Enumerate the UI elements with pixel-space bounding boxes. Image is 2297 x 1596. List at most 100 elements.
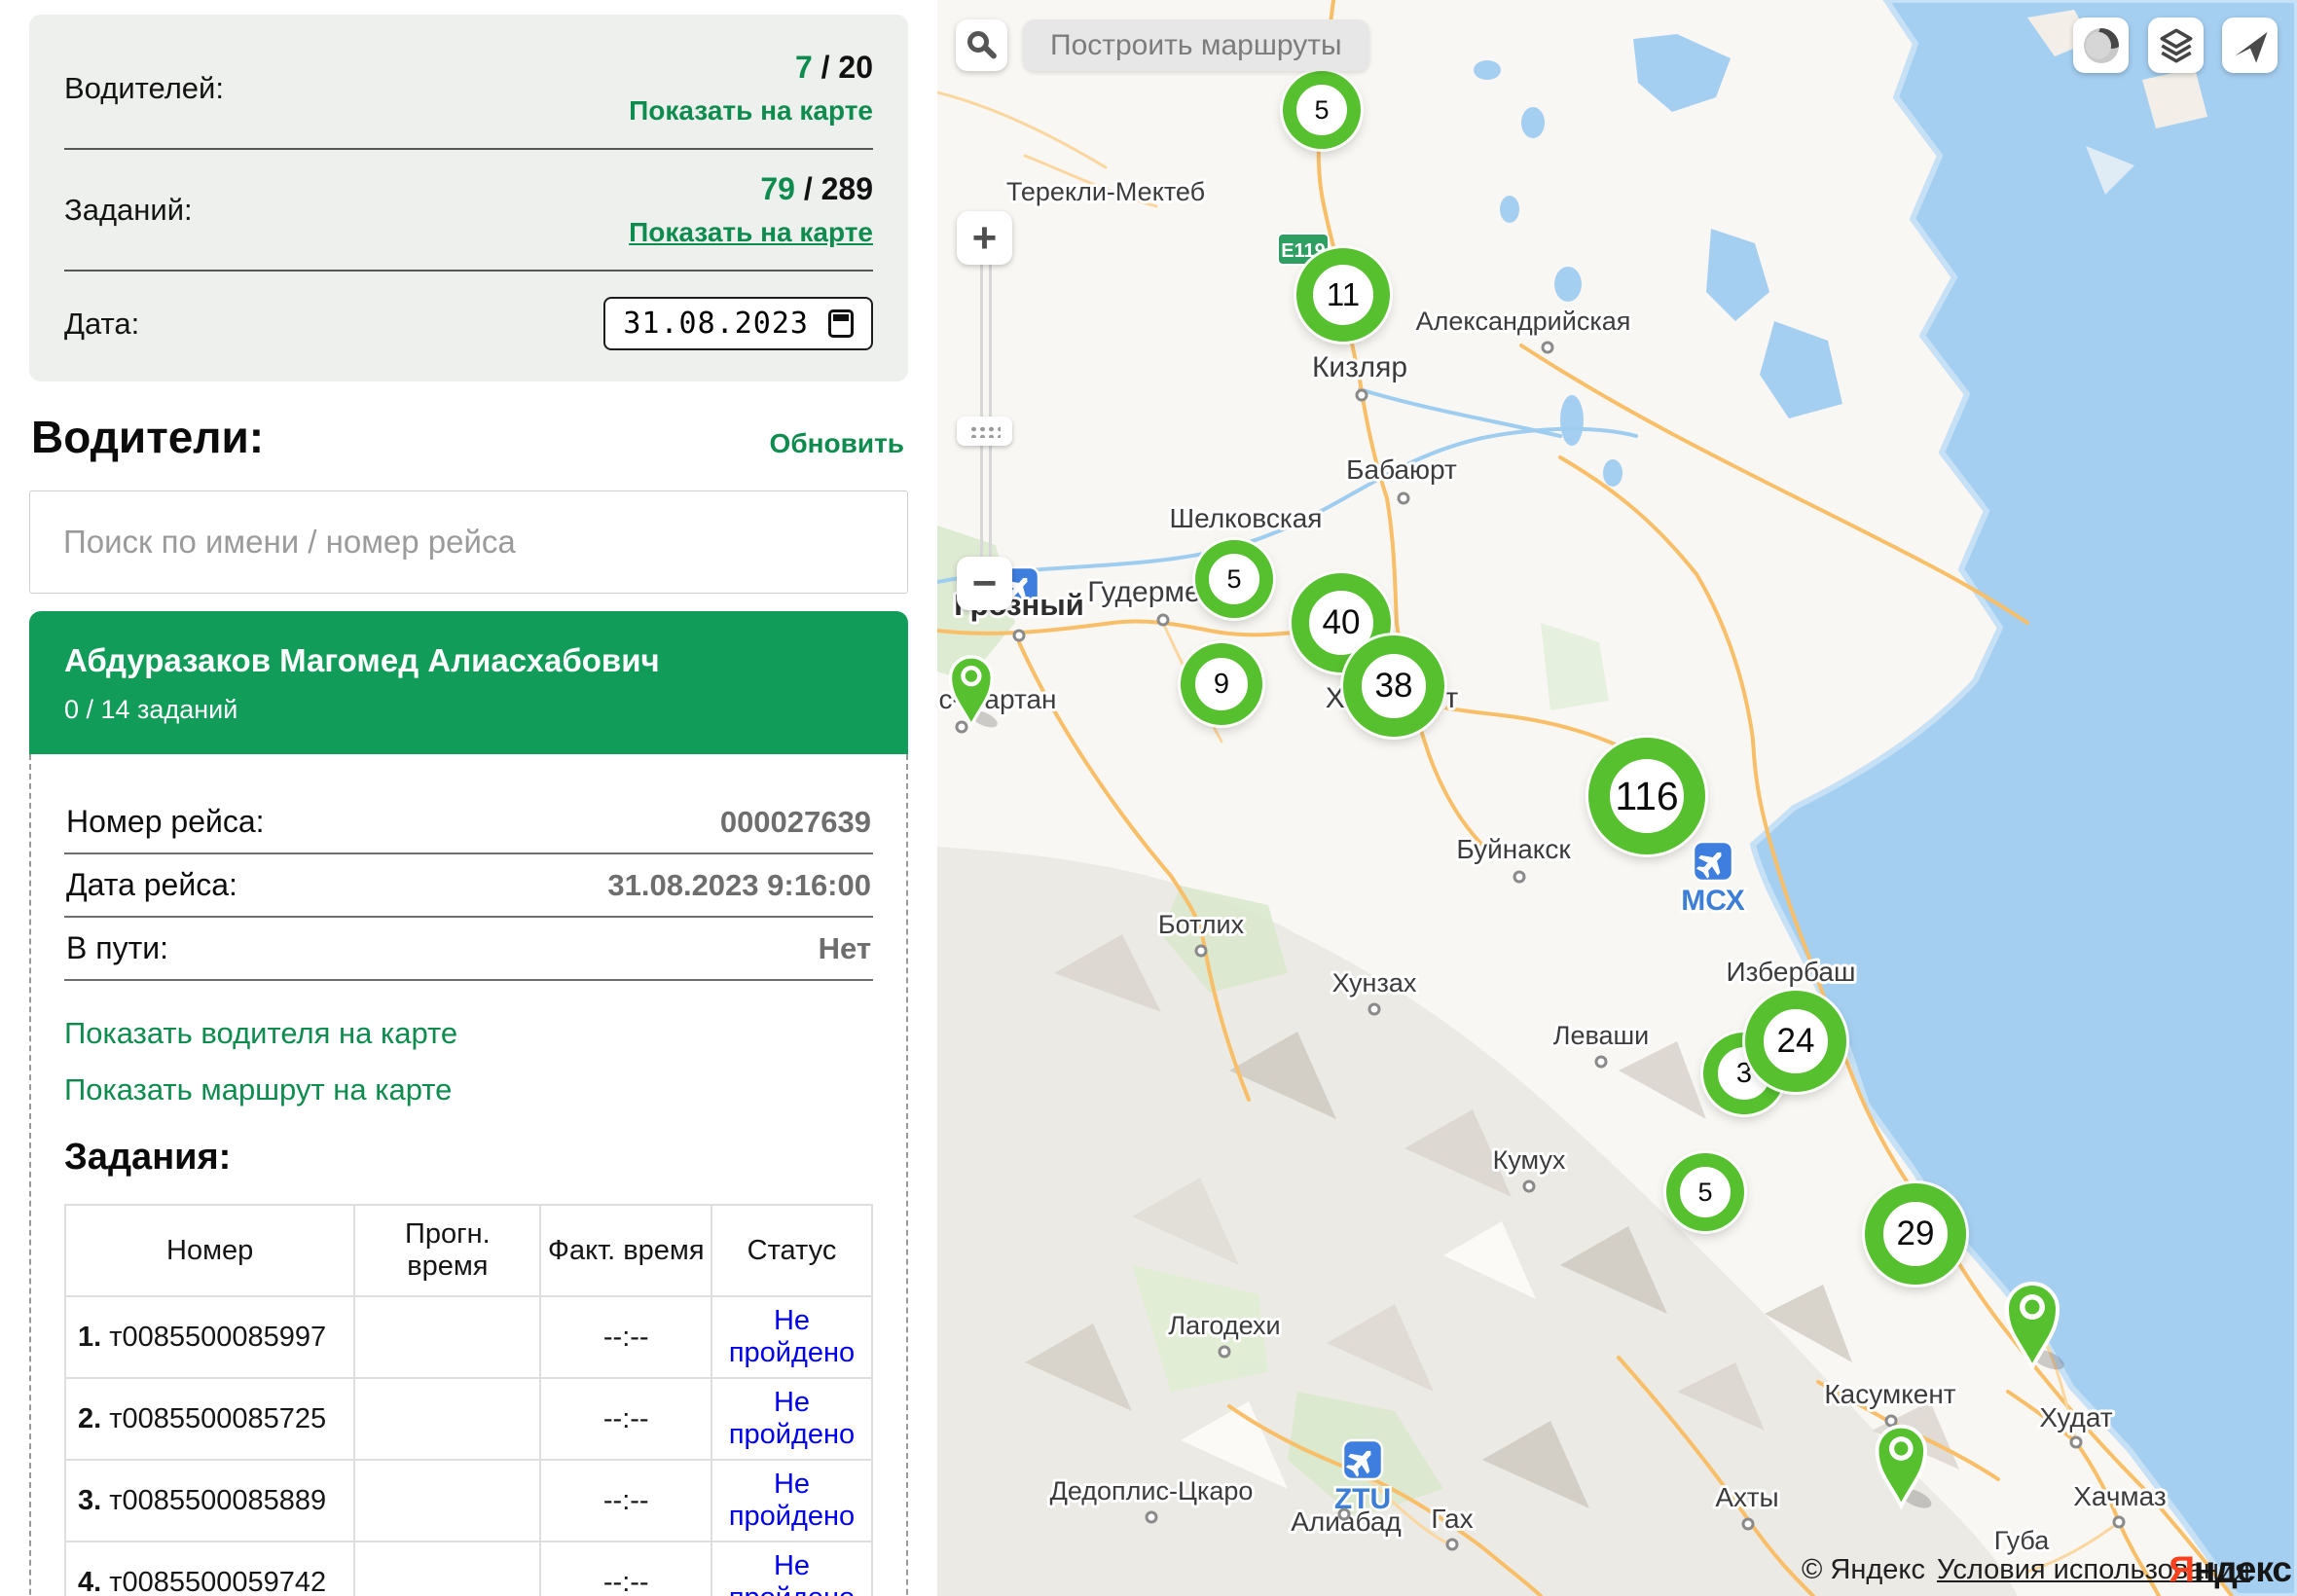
city-label: Ботлих xyxy=(1158,910,1245,939)
col-actual-time: Факт. время xyxy=(540,1205,711,1296)
tasks-label: Заданий: xyxy=(64,193,193,228)
drivers-count: 7 / 20 xyxy=(629,50,873,86)
city-label: Губа xyxy=(1994,1526,2050,1555)
task-status-link[interactable]: Не пройдено xyxy=(729,1550,855,1596)
driver-card[interactable]: Абдуразаков Магомед Алиасхабович 0 / 14 … xyxy=(29,611,908,754)
city-dot xyxy=(2071,1437,2081,1447)
map-cluster[interactable]: 5 xyxy=(1283,71,1361,149)
map-cluster[interactable]: 24 xyxy=(1745,991,1846,1092)
driver-name: Абдуразаков Магомед Алиасхабович xyxy=(64,642,873,679)
task-status-cell: Не пройдено xyxy=(711,1378,872,1460)
flight-date-value: 31.08.2023 9:16:00 xyxy=(607,868,871,903)
task-predicted-time-cell xyxy=(354,1296,540,1378)
city-dot xyxy=(1524,1181,1534,1191)
city-dot xyxy=(2114,1517,2124,1527)
show-tasks-on-map-link[interactable]: Показать на карте xyxy=(629,217,873,248)
summary-card: Водителей: 7 / 20 Показать на карте Зада… xyxy=(29,15,908,381)
map-cluster[interactable]: 38 xyxy=(1343,635,1444,737)
map-cluster[interactable]: 29 xyxy=(1865,1183,1966,1285)
build-routes-button[interactable]: Построить маршруты xyxy=(1023,19,1369,71)
tasks-stat-row: Заданий: 79 / 289 Показать на карте xyxy=(64,150,873,270)
driver-map-links: Показать водителя на карте Показать марш… xyxy=(64,1016,873,1107)
flight-date-row: Дата рейса: 31.08.2023 9:16:00 xyxy=(64,854,873,918)
map[interactable]: E119 МСХZTU Терекли-МектебКизлярАлександ… xyxy=(937,0,2297,1596)
show-drivers-on-map-link[interactable]: Показать на карте xyxy=(629,95,873,127)
drivers-label: Водителей: xyxy=(64,71,224,106)
map-cluster[interactable]: 5 xyxy=(1666,1153,1744,1231)
tasks-count-active: 79 xyxy=(760,171,795,206)
city-label: Кумух xyxy=(1493,1145,1566,1175)
task-status-cell: Не пройдено xyxy=(711,1542,872,1596)
task-status-cell: Не пройдено xyxy=(711,1296,872,1378)
locate-button[interactable] xyxy=(2222,18,2278,73)
zoom-slider-handle[interactable] xyxy=(957,417,1012,446)
map-search-button[interactable] xyxy=(956,19,1007,71)
map-pin[interactable] xyxy=(1870,1421,1933,1518)
task-actual-time-cell: --:-- xyxy=(540,1460,711,1542)
city-label: Худат xyxy=(2039,1402,2112,1433)
pin-icon xyxy=(1870,1421,1933,1513)
map-pin[interactable] xyxy=(1999,1278,2065,1380)
map-cluster[interactable]: 9 xyxy=(1181,643,1262,725)
layers-button[interactable] xyxy=(2148,18,2204,73)
city-dot xyxy=(1220,1347,1229,1357)
task-status-link[interactable]: Не пройдено xyxy=(729,1305,855,1368)
rivers xyxy=(937,389,1636,582)
date-label: Дата: xyxy=(64,307,139,342)
task-predicted-time-cell xyxy=(354,1378,540,1460)
zoom-out-button[interactable]: − xyxy=(957,557,1012,610)
city-label: Бабаюрт xyxy=(1346,454,1457,485)
drivers-count-active: 7 xyxy=(795,50,813,85)
en-route-label: В пути: xyxy=(66,930,168,966)
map-cluster[interactable]: 5 xyxy=(1195,540,1273,618)
task-status-link[interactable]: Не пройдено xyxy=(729,1469,855,1532)
layers-icon xyxy=(2156,25,2197,66)
flight-number-value: 000027639 xyxy=(720,805,871,840)
task-number-cell: 3.т0085500085889 xyxy=(65,1460,354,1542)
minus-icon: − xyxy=(972,560,998,608)
task-status-cell: Не пройдено xyxy=(711,1460,872,1542)
show-driver-on-map-link[interactable]: Показать водителя на карте xyxy=(64,1016,873,1051)
drivers-count-total: / 20 xyxy=(821,50,873,85)
zoom-slider-track[interactable] xyxy=(980,263,992,559)
copyright-text: © Яндекс xyxy=(1802,1554,1925,1585)
panorama-button[interactable] xyxy=(2073,18,2129,73)
task-actual-time-cell: --:-- xyxy=(540,1296,711,1378)
city-label: Хунзах xyxy=(1332,968,1417,998)
lagoon xyxy=(1633,34,1731,112)
yandex-logo[interactable]: Яндекс xyxy=(2169,1549,2291,1590)
city-dot xyxy=(1514,872,1524,882)
city-dot xyxy=(1543,343,1552,352)
city-label: Избербаш xyxy=(1727,957,1856,987)
flight-date-label: Дата рейса: xyxy=(66,867,237,903)
driver-details: Номер рейса: 000027639 Дата рейса: 31.08… xyxy=(29,754,908,1596)
tasks-table-header: Номер Прогн. время Факт. время Статус xyxy=(65,1205,872,1296)
city-label: Дедоплис-Цкаро xyxy=(1050,1476,1254,1505)
task-status-link[interactable]: Не пройдено xyxy=(729,1387,855,1450)
task-actual-time-cell: --:-- xyxy=(540,1378,711,1460)
zoom-in-button[interactable]: + xyxy=(957,211,1012,265)
task-number-cell: 4.т0085500059742 xyxy=(65,1542,354,1596)
map-cluster[interactable]: 116 xyxy=(1588,738,1705,854)
task-row: 4.т0085500059742--:--Не пройдено xyxy=(65,1542,872,1596)
show-route-on-map-link[interactable]: Показать маршрут на карте xyxy=(64,1072,873,1107)
driver-search-input[interactable] xyxy=(29,490,908,594)
city-label: Гах xyxy=(1431,1504,1473,1534)
tasks-heading: Задания: xyxy=(64,1137,873,1179)
city-dot xyxy=(1158,615,1168,625)
refresh-link[interactable]: Обновить xyxy=(770,428,904,459)
airport-icon: МСХ xyxy=(1681,842,1745,917)
city-dot xyxy=(1447,1540,1457,1549)
map-pin[interactable] xyxy=(944,652,999,737)
city-label: Кизляр xyxy=(1312,351,1407,383)
task-predicted-time-cell xyxy=(354,1460,540,1542)
date-input[interactable]: 31.08.2023 xyxy=(603,297,873,350)
calendar-icon[interactable] xyxy=(828,309,854,338)
lagoon xyxy=(1760,321,1842,418)
pin-icon xyxy=(944,652,999,732)
map-cluster[interactable]: 11 xyxy=(1296,248,1390,342)
flight-number-label: Номер рейса: xyxy=(66,804,265,840)
city-dot xyxy=(1596,1057,1606,1067)
task-predicted-time-cell xyxy=(354,1542,540,1596)
date-value[interactable]: 31.08.2023 xyxy=(623,307,809,341)
